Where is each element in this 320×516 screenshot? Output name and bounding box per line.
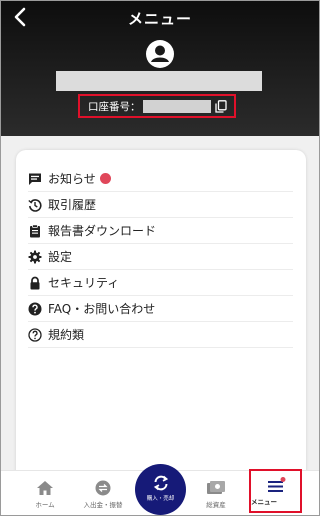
menu-item-history[interactable]: 取引履歴	[28, 192, 293, 218]
history-icon	[28, 198, 42, 212]
help-icon	[28, 302, 42, 315]
lock-icon	[30, 276, 40, 289]
menu-item-label: セキュリティ	[48, 276, 120, 290]
menu-card: お知らせ 取引履歴 報告書ダウンロード 設定 セキュリティ FAQ・お問い合わせ…	[16, 150, 306, 500]
nav-trade-label: 購入・売却	[146, 496, 175, 502]
account-number-label: 口座番号：	[88, 100, 141, 113]
clipboard-icon	[30, 223, 40, 237]
nav-assets[interactable]: 総資産	[190, 471, 242, 516]
nav-home-label: ホーム	[35, 501, 55, 509]
menu-item-settings[interactable]: 設定	[28, 244, 293, 270]
nav-transfer[interactable]: 入出金・振替	[74, 471, 132, 516]
menu-item-label: 取引履歴	[48, 198, 97, 212]
menu-item-faq-contact[interactable]: FAQ・お問い合わせ	[28, 296, 293, 322]
menu-item-report-download[interactable]: 報告書ダウンロード	[28, 218, 293, 244]
menu-item-label: 設定	[48, 250, 73, 264]
menu-item-news[interactable]: お知らせ	[28, 166, 293, 192]
menu-item-label: 報告書ダウンロード	[48, 224, 157, 238]
menu-list: お知らせ 取引履歴 報告書ダウンロード 設定 セキュリティ FAQ・お問い合わせ…	[28, 166, 293, 348]
user-name-redacted	[56, 71, 262, 91]
menu-item-label: お知らせ	[48, 172, 96, 186]
transfer-icon	[95, 480, 111, 496]
menu-item-terms[interactable]: 規約類	[28, 322, 293, 348]
menu-item-label: FAQ・お問い合わせ	[48, 302, 156, 316]
account-number: 口座番号：	[78, 94, 236, 118]
assets-icon	[207, 481, 225, 494]
header: メニュー 口座番号：	[0, 0, 320, 136]
hamburger-menu-icon	[267, 477, 285, 492]
copy-icon[interactable]	[214, 99, 227, 113]
notification-badge	[99, 173, 111, 184]
nav-home[interactable]: ホーム	[17, 471, 73, 516]
nav-menu-label: メニュー	[251, 498, 277, 506]
home-icon	[37, 481, 53, 495]
question-outline-icon	[28, 327, 42, 342]
refresh-icon	[153, 475, 168, 491]
message-icon	[29, 173, 41, 185]
page-title: メニュー	[127, 10, 192, 28]
nav-transfer-label: 入出金・振替	[83, 501, 123, 509]
account-number-redacted	[142, 99, 211, 113]
nav-menu[interactable]: メニュー	[249, 469, 302, 513]
nav-assets-label: 総資産	[206, 501, 226, 509]
menu-item-label: 規約類	[48, 328, 85, 342]
nav-trade-button[interactable]: 購入・売却	[135, 464, 186, 515]
gear-icon	[28, 250, 42, 263]
avatar-icon	[146, 40, 174, 68]
menu-item-security[interactable]: セキュリティ	[28, 270, 293, 296]
